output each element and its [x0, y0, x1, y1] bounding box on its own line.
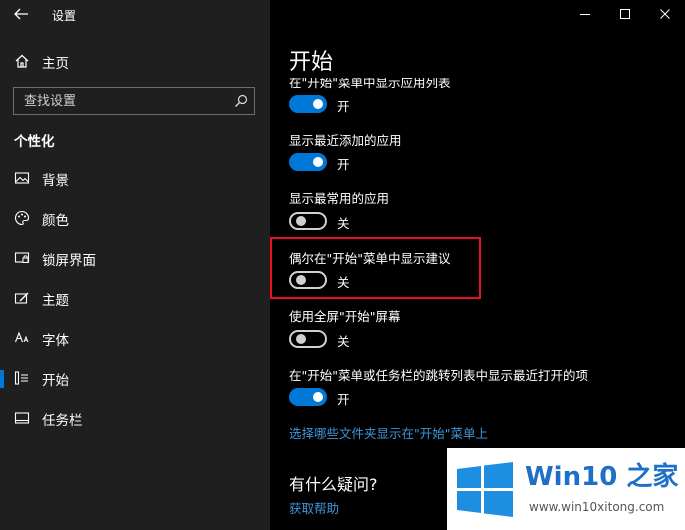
watermark-title: Win10 之家	[525, 462, 679, 492]
setting-toggle-row: 开	[289, 153, 489, 173]
minimize-button[interactable]	[565, 0, 605, 28]
recent-items-toggle[interactable]	[289, 388, 327, 406]
home-label: 主页	[42, 56, 69, 72]
theme-icon	[14, 292, 29, 304]
setting-toggle-row: 关	[289, 212, 489, 232]
sidebar-item-home[interactable]: 主页	[0, 45, 270, 77]
page-title: 开始	[289, 50, 334, 75]
sidebar-item-lock-screen[interactable]: 锁屏界面	[0, 240, 270, 276]
sidebar-item-label: 主题	[42, 293, 69, 309]
sidebar-item-themes[interactable]: 主题	[0, 280, 270, 316]
taskbar-icon	[14, 412, 30, 424]
choose-folders-link[interactable]: 选择哪些文件夹显示在"开始"菜单上	[289, 423, 488, 442]
sidebar-item-label: 锁屏界面	[42, 253, 96, 269]
recently-added-toggle[interactable]	[289, 153, 327, 171]
home-icon	[15, 54, 29, 68]
titlebar-left: 设置	[0, 0, 270, 30]
maximize-button[interactable]	[605, 0, 645, 28]
window-controls	[565, 0, 685, 30]
sidebar-item-colors[interactable]: 颜色	[0, 200, 270, 236]
close-button[interactable]	[645, 0, 685, 28]
setting-toggle-row: 开	[289, 388, 489, 408]
section-heading: 个性化	[14, 134, 55, 150]
toggle-knob	[296, 334, 306, 344]
setting-label: 显示最常用的应用	[289, 191, 390, 206]
get-help-link[interactable]: 获取帮助	[289, 498, 339, 517]
palette-icon	[14, 210, 30, 226]
search-icon[interactable]	[234, 94, 248, 108]
maximize-icon	[620, 9, 630, 19]
image-icon	[14, 172, 30, 184]
watermark-url: www.win10xitong.com	[529, 500, 665, 514]
search-input[interactable]	[14, 88, 224, 114]
most-used-toggle[interactable]	[289, 212, 327, 230]
question-heading: 有什么疑问?	[289, 475, 378, 494]
sidebar-item-label: 开始	[42, 373, 69, 389]
toggle-state: 开	[337, 157, 350, 172]
sidebar-item-fonts[interactable]: 字体	[0, 320, 270, 356]
toggle-state: 关	[337, 334, 350, 349]
setting-label: 使用全屏"开始"屏幕	[289, 309, 401, 324]
toggle-state: 开	[337, 392, 350, 407]
setting-toggle-row: 关	[289, 271, 489, 291]
toggle-state: 关	[337, 216, 350, 231]
show-app-list-toggle[interactable]	[289, 95, 327, 113]
window-title: 设置	[52, 9, 77, 23]
active-indicator	[0, 370, 4, 388]
toggle-knob	[313, 392, 323, 402]
toggle-knob	[296, 216, 306, 226]
toggle-state: 关	[337, 275, 350, 290]
start-icon	[14, 371, 28, 385]
setting-toggle-row: 关	[289, 330, 489, 350]
back-arrow-icon[interactable]	[10, 5, 32, 23]
setting-label: 偶尔在"开始"菜单中显示建议	[289, 251, 451, 266]
suggestions-toggle[interactable]	[289, 271, 327, 289]
sidebar: 设置 主页 个性化 背景 颜色 锁屏界面	[0, 0, 270, 530]
minimize-icon	[580, 14, 590, 15]
toggle-knob	[313, 99, 323, 109]
sidebar-item-label: 任务栏	[42, 413, 83, 429]
sidebar-item-label: 背景	[42, 173, 69, 189]
setting-label: 在"开始"菜单或任务栏的跳转列表中显示最近打开的项	[289, 368, 589, 383]
toggle-knob	[313, 157, 323, 167]
font-icon	[14, 331, 29, 343]
sidebar-item-background[interactable]: 背景	[0, 160, 270, 196]
close-icon	[660, 9, 670, 19]
toggle-knob	[296, 275, 306, 285]
setting-toggle-row: 开	[289, 95, 489, 115]
lock-screen-icon	[14, 252, 30, 263]
setting-label: 显示最近添加的应用	[289, 133, 402, 148]
search-box[interactable]	[13, 87, 255, 115]
toggle-state: 开	[337, 99, 350, 114]
watermark-logo: Win10 之家 www.win10xitong.com	[447, 448, 685, 530]
sidebar-item-label: 字体	[42, 333, 69, 349]
fullscreen-start-toggle[interactable]	[289, 330, 327, 348]
windows-logo-icon	[457, 462, 513, 517]
sidebar-item-label: 颜色	[42, 213, 69, 229]
sidebar-item-start[interactable]: 开始	[0, 360, 270, 396]
sidebar-item-taskbar[interactable]: 任务栏	[0, 400, 270, 436]
